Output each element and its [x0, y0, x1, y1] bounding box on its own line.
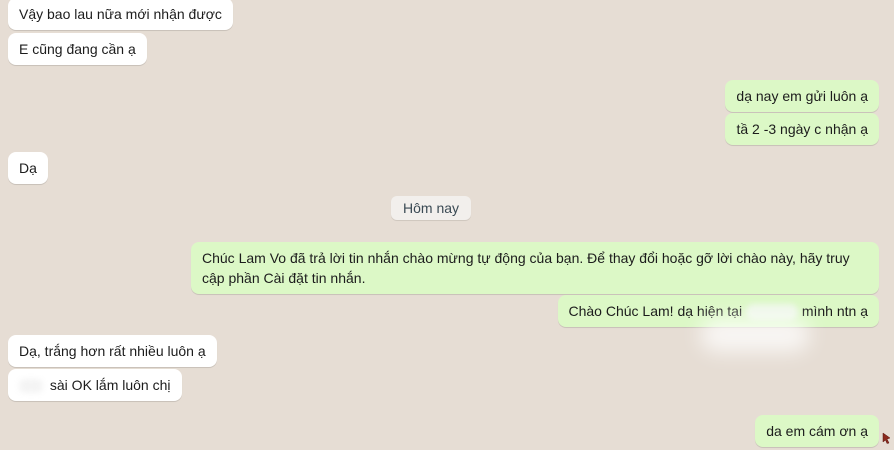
day-separator-label: Hôm nay: [403, 200, 460, 216]
incoming-message[interactable]: Vậy bao lau nữa mới nhận được: [8, 0, 233, 30]
outgoing-message[interactable]: da em cám ơn ạ: [755, 415, 879, 447]
outgoing-message[interactable]: Chúc Lam Vo đã trả lời tin nhắn chào mừn…: [191, 242, 879, 294]
incoming-message[interactable]: Dạ, trắng hơn rất nhiều luôn ạ: [8, 335, 217, 367]
message-text: E cũng đang cần ạ: [19, 41, 136, 57]
message-text: sài OK lắm luôn chị: [49, 377, 171, 393]
incoming-message[interactable]: Dạ: [8, 152, 48, 184]
message-text: Chào Chúc Lam! dạ hiện tại: [568, 303, 743, 319]
message-text: dạ nay em gửi luôn ạ: [736, 88, 868, 104]
incoming-message[interactable]: sài OK lắm luôn chị: [8, 369, 182, 401]
message-text: Chúc Lam Vo đã trả lời tin nhắn chào mừn…: [202, 250, 850, 286]
redacted-text: [19, 379, 43, 394]
message-text: Dạ, trắng hơn rất nhiều luôn ạ: [19, 343, 206, 359]
incoming-message[interactable]: E cũng đang cần ạ: [8, 33, 147, 65]
message-text: mình ntn ạ: [801, 303, 868, 319]
screen-glare: [700, 318, 810, 352]
message-text: da em cám ơn ạ: [766, 423, 868, 439]
message-text: Vậy bao lau nữa mới nhận được: [19, 6, 222, 22]
outgoing-message[interactable]: dạ nay em gửi luôn ạ: [725, 80, 879, 112]
cursor-icon: [882, 432, 891, 444]
chat-thread: Vậy bao lau nữa mới nhận được E cũng đan…: [0, 0, 894, 450]
outgoing-message[interactable]: tầ 2 -3 ngày c nhận ạ: [725, 113, 879, 145]
message-text: tầ 2 -3 ngày c nhận ạ: [736, 121, 868, 137]
message-text: Dạ: [19, 160, 37, 176]
day-separator: Hôm nay: [391, 196, 472, 220]
